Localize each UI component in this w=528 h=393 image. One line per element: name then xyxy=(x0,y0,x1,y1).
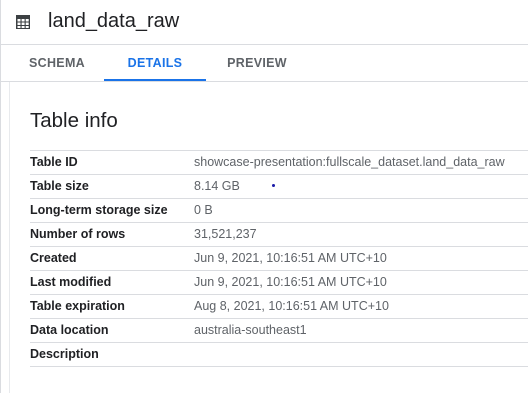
created-row: Created Jun 9, 2021, 10:16:51 AM UTC+10 xyxy=(30,247,528,271)
row-value: showcase-presentation:fullscale_dataset.… xyxy=(194,155,505,169)
row-value: australia-southeast1 xyxy=(194,323,307,337)
table-name-title: land_data_raw xyxy=(48,10,180,32)
table-info-heading: Table info xyxy=(30,109,118,132)
tab-preview[interactable]: PREVIEW xyxy=(206,45,308,81)
cursor-dot xyxy=(272,184,275,187)
row-value: 0 B xyxy=(194,203,213,217)
row-label: Table expiration xyxy=(30,299,125,313)
row-label: Created xyxy=(30,251,77,265)
table-size-row: Table size 8.14 GB xyxy=(30,175,528,199)
details-tabs: SCHEMA DETAILS PREVIEW xyxy=(0,45,528,82)
row-label: Number of rows xyxy=(30,227,126,241)
table-id-row: Table ID showcase-presentation:fullscale… xyxy=(30,151,528,175)
row-label: Table ID xyxy=(30,155,78,169)
row-label: Long-term storage size xyxy=(30,203,168,217)
table-info-list: Table ID showcase-presentation:fullscale… xyxy=(30,150,528,367)
long-term-storage-size-row: Long-term storage size 0 B xyxy=(30,199,528,223)
number-of-rows-row: Number of rows 31,521,237 xyxy=(30,223,528,247)
table-expiration-row: Table expiration Aug 8, 2021, 10:16:51 A… xyxy=(30,295,528,319)
table-header: land_data_raw xyxy=(0,0,528,45)
active-tab-indicator xyxy=(104,79,206,81)
row-label: Data location xyxy=(30,323,109,337)
last-modified-row: Last modified Jun 9, 2021, 10:16:51 AM U… xyxy=(30,271,528,295)
row-label: Table size xyxy=(30,179,89,193)
content-left-divider xyxy=(9,82,10,393)
row-value: 31,521,237 xyxy=(194,227,257,241)
tab-details[interactable]: DETAILS xyxy=(104,45,206,81)
table-icon xyxy=(16,15,30,29)
tab-schema[interactable]: SCHEMA xyxy=(10,45,104,81)
row-label: Description xyxy=(30,347,99,361)
bigquery-table-details-page: land_data_raw SCHEMA DETAILS PREVIEW Tab… xyxy=(0,0,528,393)
row-value: Jun 9, 2021, 10:16:51 AM UTC+10 xyxy=(194,275,387,289)
row-value: 8.14 GB xyxy=(194,179,240,193)
row-label: Last modified xyxy=(30,275,112,289)
row-value: Jun 9, 2021, 10:16:51 AM UTC+10 xyxy=(194,251,387,265)
data-location-row: Data location australia-southeast1 xyxy=(30,319,528,343)
description-row: Description xyxy=(30,343,528,367)
row-value: Aug 8, 2021, 10:16:51 AM UTC+10 xyxy=(194,299,389,313)
